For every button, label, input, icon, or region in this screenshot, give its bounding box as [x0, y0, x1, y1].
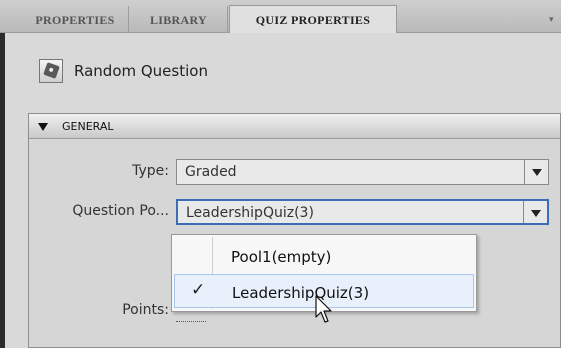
tab-library[interactable]: LIBRARY: [130, 6, 228, 33]
dropdown-option-pool1[interactable]: Pool1(empty): [174, 239, 474, 273]
question-pool-select-value: LeadershipQuiz(3): [186, 205, 314, 221]
mouse-pointer-icon: [315, 295, 332, 323]
question-pool-label: Question Po...: [72, 203, 169, 219]
type-label: Type:: [132, 163, 169, 179]
tab-quiz-properties[interactable]: QUIZ PROPERTIES: [229, 5, 397, 34]
question-pool-select[interactable]: LeadershipQuiz(3): [176, 199, 549, 225]
collapse-triangle-icon[interactable]: [38, 123, 48, 131]
tab-properties[interactable]: PROPERTIES: [22, 6, 129, 33]
item-title: Random Question: [74, 62, 208, 80]
dice-icon: [39, 59, 63, 83]
item-header: Random Question: [39, 56, 559, 86]
section-title: GENERAL: [62, 120, 114, 133]
points-label: Points:: [122, 302, 169, 318]
panel-menu-icon[interactable]: ▾: [549, 14, 555, 24]
general-section: GENERAL Type: Graded Question Po... Lead…: [28, 113, 561, 348]
chevron-down-icon: [531, 210, 541, 217]
check-icon: ✓: [191, 280, 206, 299]
type-select[interactable]: Graded: [176, 159, 549, 185]
type-select-arrow[interactable]: [524, 160, 548, 184]
dropdown-option-label: Pool1(empty): [231, 248, 332, 266]
dropdown-option-label: LeadershipQuiz(3): [232, 284, 370, 302]
panel-tab-bar: PROPERTIES LIBRARY QUIZ PROPERTIES ▾: [0, 0, 561, 34]
chevron-down-icon: [532, 169, 542, 176]
question-pool-select-arrow[interactable]: [523, 201, 547, 223]
general-section-header[interactable]: GENERAL: [29, 114, 560, 139]
type-select-value: Graded: [185, 164, 237, 180]
